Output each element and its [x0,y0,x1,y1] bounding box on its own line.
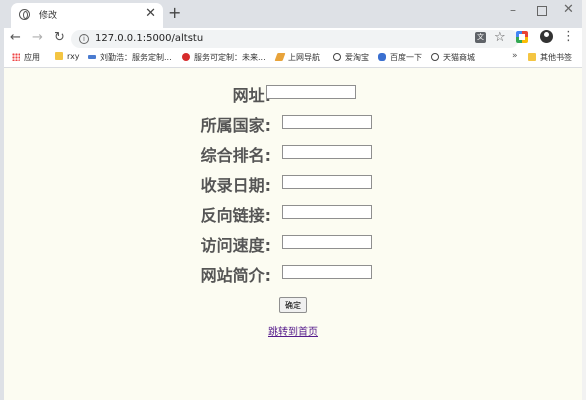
globe-icon [333,53,341,61]
bookmark-service[interactable]: 服务可定制：未来... [182,52,266,63]
country-input[interactable] [282,115,372,129]
form-row-url: 网址: [4,82,582,105]
browser-toolbar: ← → ↻ i 127.0.0.1:5000/altstu 文 ☆ ⋮ [4,28,582,50]
nav-icon [274,53,286,61]
baidu-paw-icon [378,53,386,61]
field-label: 综合排名: [200,146,271,165]
form-row-country: 所属国家: [4,112,582,135]
extension-icon[interactable] [516,31,528,43]
form-row-speed: 访问速度: [4,232,582,255]
profile-avatar-icon[interactable] [540,30,553,43]
bookmark-star-icon[interactable]: ☆ [494,30,506,45]
bookmarks-bar: 应用 rxy 刘勤浩：服务定制... 服务可定制：未来... 上网导航 爱淘宝 … [4,50,582,68]
bookmark-aitaobao[interactable]: 爱淘宝 [333,52,369,63]
intro-input[interactable] [282,265,372,279]
new-tab-button[interactable]: + [168,3,181,22]
globe-icon [431,53,439,61]
maximize-button[interactable] [537,6,547,16]
field-label: 访问速度: [200,236,271,255]
rank-input[interactable] [282,145,372,159]
url-text: 127.0.0.1:5000/altstu [95,33,204,44]
tab-active[interactable]: 修改 ✕ [11,3,163,28]
forward-button[interactable]: → [32,30,43,45]
field-label: 所属国家: [200,116,271,135]
field-label: 网站简介: [200,266,271,285]
field-label: 收录日期: [200,176,271,195]
minimize-button[interactable]: – [510,3,516,17]
info-icon[interactable]: i [79,34,89,44]
submit-button[interactable]: 确定 [279,297,307,313]
form-row-date: 收录日期: [4,172,582,195]
backlinks-input[interactable] [282,205,372,219]
field-label: 反向链接: [200,206,271,225]
reload-button[interactable]: ↻ [54,30,65,45]
url-input[interactable] [266,85,356,99]
form-row-backlinks: 反向链接: [4,202,582,225]
form-row-intro: 网站简介: [4,262,582,285]
site-icon [88,55,96,59]
apps-grid-icon [12,53,20,61]
tab-strip: 修改 ✕ + – ✕ [4,0,582,28]
window-right-edge [582,0,586,400]
tab-close-icon[interactable]: ✕ [145,6,156,21]
date-input[interactable] [282,175,372,189]
bookmark-other[interactable]: 其他书签 [528,52,572,63]
speed-input[interactable] [282,235,372,249]
bookmark-rxy[interactable]: rxy [55,52,80,61]
folder-icon [528,53,536,61]
bookmark-nav[interactable]: 上网导航 [274,52,320,63]
home-link[interactable]: 跳转到首页 [268,323,318,338]
translate-icon[interactable]: 文 [475,32,486,43]
page-content: 网址: 所属国家: 综合排名: 收录日期: 反向链接: 访问速度: 网站简介: … [4,68,582,400]
tab-title: 修改 [39,11,58,21]
folder-icon [55,52,63,60]
globe-icon [19,9,30,20]
bookmarks-overflow-button[interactable]: » [512,51,518,61]
huawei-icon [182,53,190,61]
bookmark-baidu[interactable]: 百度一下 [378,52,422,63]
address-bar[interactable]: i 127.0.0.1:5000/altstu 文 ☆ [71,30,519,48]
bookmark-apps[interactable]: 应用 [12,52,40,63]
menu-kebab-icon[interactable]: ⋮ [562,29,575,44]
bookmark-liuqinhao[interactable]: 刘勤浩：服务定制... [88,52,172,63]
close-window-button[interactable]: ✕ [563,2,574,17]
bookmark-tmall[interactable]: 天猫商城 [431,52,475,63]
back-button[interactable]: ← [10,30,21,45]
form-row-rank: 综合排名: [4,142,582,165]
